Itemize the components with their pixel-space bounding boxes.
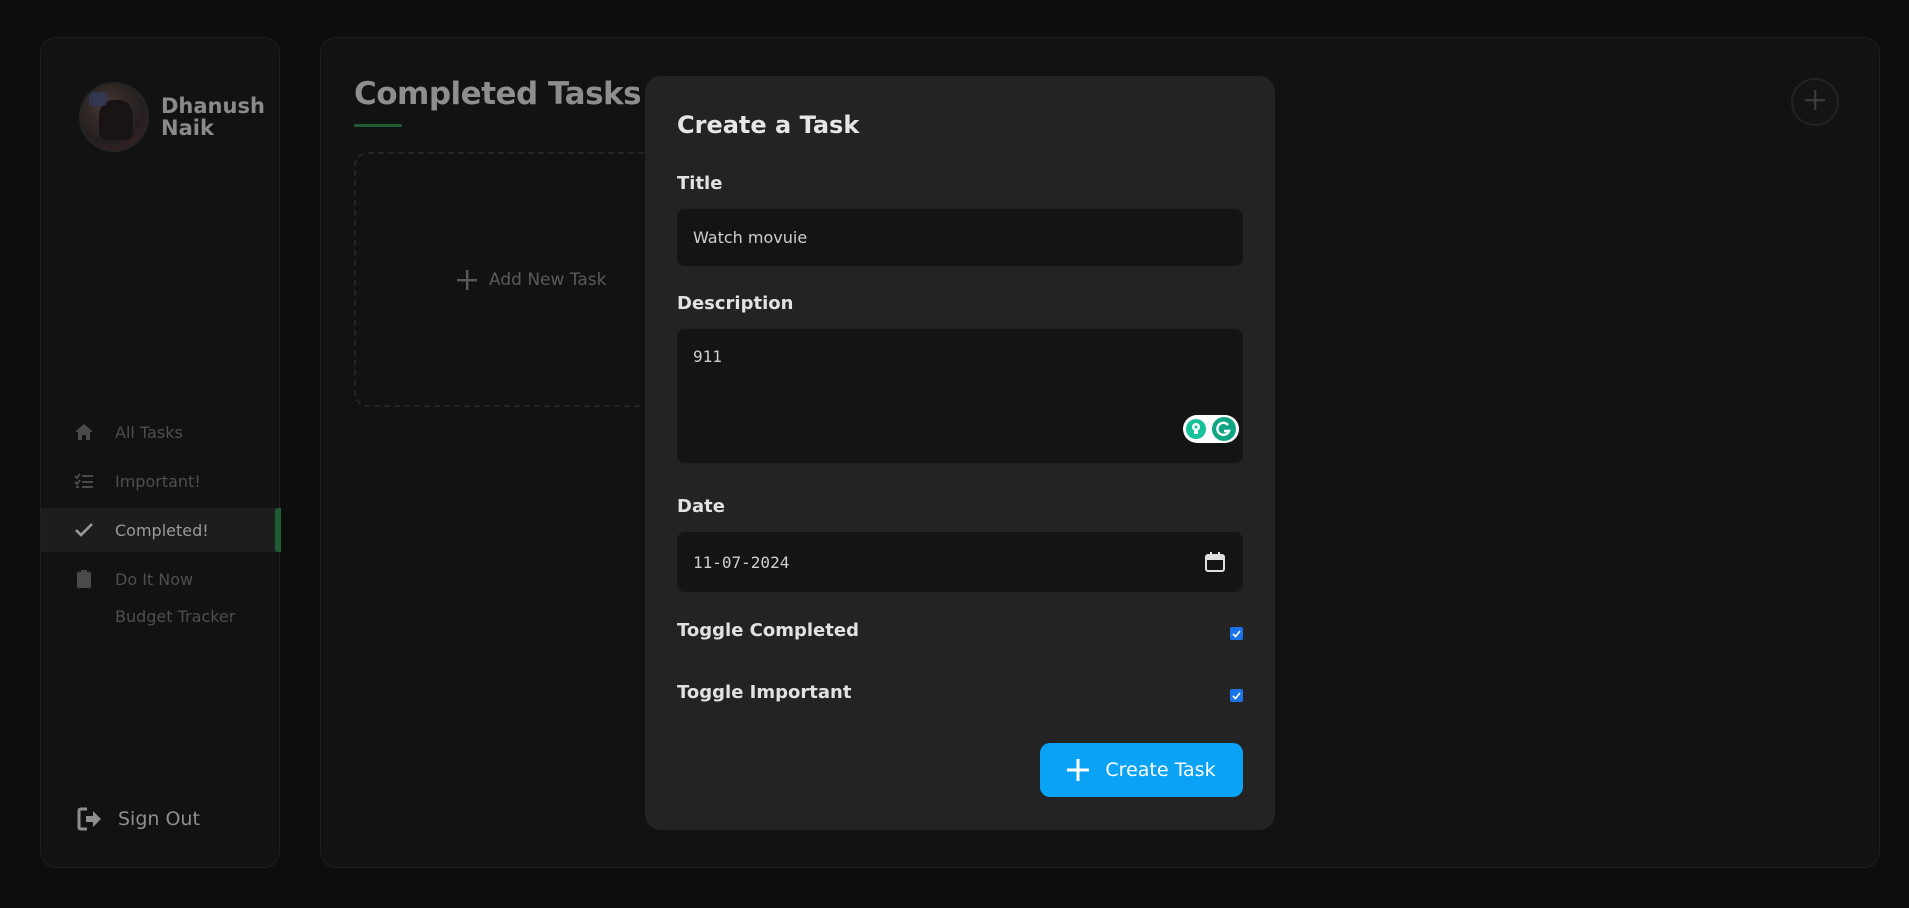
sidebar-item-label: Important! (115, 471, 201, 491)
sidebar-item-label: All Tasks (115, 422, 183, 442)
description-label: Description (677, 293, 794, 314)
sidebar-nav: All Tasks Important! Completed! Do It No… (41, 410, 281, 635)
title-label: Title (677, 173, 723, 194)
toggle-completed-label: Toggle Completed (677, 620, 859, 641)
sidebar: Dhanush Naik All Tasks Important! Comple… (40, 37, 281, 868)
plus-icon (1067, 758, 1091, 782)
profile-card[interactable]: Dhanush Naik (79, 78, 265, 156)
calendar-icon[interactable] (1205, 552, 1225, 576)
sidebar-item-label: Budget Tracker (115, 606, 236, 626)
add-new-task-label: Add New Task (489, 269, 607, 290)
sidebar-item-all-tasks[interactable]: All Tasks (41, 410, 281, 454)
toggle-completed-checkbox[interactable] (1230, 627, 1243, 640)
modal-heading: Create a Task (677, 111, 860, 139)
toggle-important-checkbox[interactable] (1230, 689, 1243, 702)
profile-last-name: Naik (161, 116, 214, 140)
create-task-label: Create Task (1105, 759, 1216, 781)
page-title: Completed Tasks (354, 76, 642, 112)
add-task-fab-button[interactable] (1791, 78, 1839, 126)
profile-first-name: Dhanush (161, 94, 265, 118)
sidebar-item-completed[interactable]: Completed! (41, 508, 281, 552)
sidebar-item-label: Do It Now (115, 569, 194, 589)
avatar (79, 82, 149, 152)
clipboard-icon (74, 569, 94, 589)
app-root: Dhanush Naik All Tasks Important! Comple… (0, 0, 1909, 908)
date-label: Date (677, 496, 725, 517)
grammarly-icon (1212, 417, 1236, 441)
sidebar-item-label: Completed! (115, 520, 209, 540)
list-check-icon (74, 471, 94, 491)
date-value: 11-07-2024 (693, 552, 790, 572)
title-input[interactable]: Watch movuie (677, 209, 1243, 266)
toggle-important-row: Toggle Important (677, 682, 1243, 703)
description-textarea[interactable]: 911 (677, 329, 1243, 463)
plus-icon (457, 269, 479, 291)
sign-out-icon (77, 806, 105, 832)
check-icon (74, 520, 94, 540)
home-icon (74, 422, 94, 442)
sign-out-button[interactable]: Sign Out (77, 806, 200, 832)
toggle-important-label: Toggle Important (677, 682, 852, 703)
create-task-button[interactable]: Create Task (1040, 743, 1243, 797)
profile-name: Dhanush Naik (161, 94, 265, 140)
sidebar-item-do-it-now[interactable]: Do It Now (41, 557, 281, 601)
create-task-modal: Create a Task Title Watch movuie Descrip… (645, 76, 1275, 830)
grammarly-widget[interactable] (1183, 415, 1239, 443)
lightbulb-icon (1186, 419, 1206, 439)
sidebar-item-important[interactable]: Important! (41, 459, 281, 503)
plus-icon (1805, 90, 1825, 114)
description-value: 911 (693, 347, 722, 366)
sign-out-label: Sign Out (118, 808, 200, 830)
toggle-completed-row: Toggle Completed (677, 620, 1243, 641)
sidebar-item-budget-tracker[interactable]: Budget Tracker (41, 602, 281, 630)
title-underline (354, 124, 402, 127)
date-input[interactable]: 11-07-2024 (677, 532, 1243, 592)
